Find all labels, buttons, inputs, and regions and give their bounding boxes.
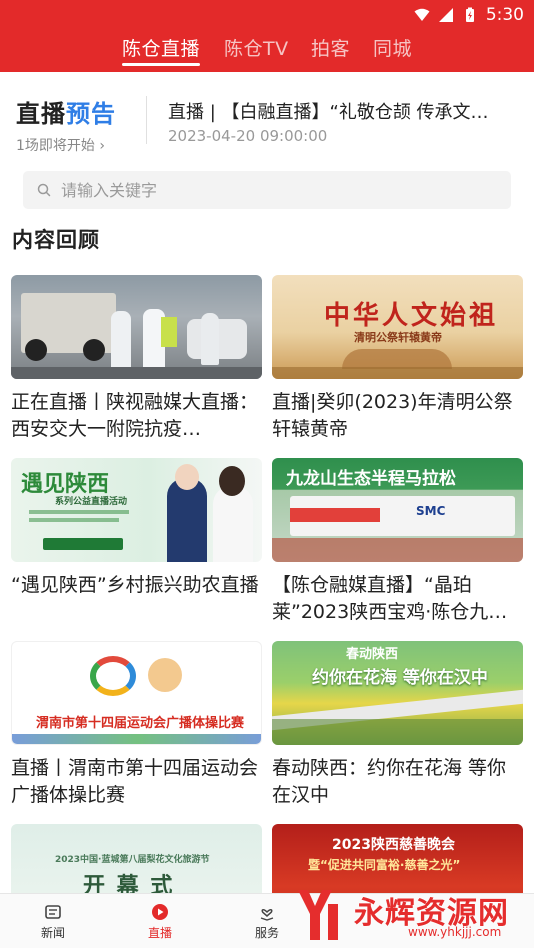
search-icon <box>37 183 51 197</box>
card-thumbnail: 渭南市第十四届运动会广播体操比赛 <box>11 641 262 745</box>
chevron-right-icon: › <box>99 138 105 154</box>
thumb-title: 渭南市第十四届运动会广播体操比赛 <box>36 716 245 731</box>
content-card[interactable]: 遇见陕西 系列公益直播活动 “遇见陕西”乡村振兴助农直播 <box>11 458 262 599</box>
live-preview-title: 直播预告 <box>16 94 116 129</box>
content-card[interactable]: 正在直播丨陕视融媒大直播：西安交大一附院抗疫… <box>11 275 262 443</box>
content-card[interactable]: 九龙山生态半程马拉松 SMC 【陈仓融媒直播】“晶珀莱”2023陕西宝鸡·陈仓九… <box>272 458 523 626</box>
tab-paike[interactable]: 拍客 <box>311 34 350 61</box>
thumb-subtitle: 暨“促进共同富裕·慈善之光” <box>308 858 461 872</box>
live-preview-header[interactable]: 直播预告 1场即将开始 › <box>16 94 116 155</box>
status-time: 5:30 <box>485 5 524 25</box>
live-preview-subtitle: 1场即将开始 › <box>16 135 116 155</box>
search-input[interactable] <box>61 171 501 209</box>
nav-label: 新闻 <box>40 926 65 940</box>
divider <box>146 96 147 144</box>
watermark: 永辉资源网 www.yhkjjj.com <box>288 880 534 948</box>
app-screen: 5:30 陈仓直播 陈仓TV 拍客 同城 直播预告 1场即将开始 › 直播 | … <box>0 0 534 948</box>
upcoming-count: 1场即将开始 <box>16 138 95 154</box>
header-bar: 5:30 陈仓直播 陈仓TV 拍客 同城 <box>0 0 534 72</box>
live-preview-time: 2023-04-20 09:00:00 <box>168 127 328 145</box>
battery-icon <box>465 7 474 22</box>
thumb-subtitle: 2023中国·蓝城第八届梨花文化旅游节 <box>55 855 210 865</box>
card-title: 正在直播丨陕视融媒大直播：西安交大一附院抗疫… <box>11 391 259 440</box>
thumb-subtitle: 清明公祭轩辕黄帝 <box>354 331 442 344</box>
card-title: 直播丨渭南市第十四届运动会广播体操比赛 <box>11 757 259 806</box>
heart-hand-icon <box>260 908 274 921</box>
live-preview-headline[interactable]: 直播 | 【白融直播】“礼敬仓颉 传承文… <box>168 98 518 124</box>
nav-live[interactable]: 直播 <box>120 894 200 948</box>
live-title-accent: 预告 <box>66 100 116 128</box>
card-thumbnail: 九龙山生态半程马拉松 SMC <box>272 458 523 562</box>
watermark-logo-icon <box>298 890 338 940</box>
thumb-subtitle: 春动陕西 <box>346 647 399 662</box>
tab-chencang-tv[interactable]: 陈仓TV <box>224 34 289 61</box>
watermark-url: www.yhkjjj.com <box>408 925 502 939</box>
card-thumbnail <box>11 275 262 379</box>
nav-news[interactable]: 新闻 <box>13 894 93 948</box>
thumb-title: 九龙山生态半程马拉松 <box>286 469 456 489</box>
card-title: “遇见陕西”乡村振兴助农直播 <box>11 574 259 596</box>
card-thumbnail: 春动陕西 约你在花海 等你在汉中 <box>272 641 523 745</box>
content-card[interactable]: 春动陕西 约你在花海 等你在汉中 春动陕西：约你在花海 等你在汉中 <box>272 641 523 809</box>
card-title: 春动陕西：约你在花海 等你在汉中 <box>272 757 507 806</box>
search-bar[interactable] <box>23 171 511 209</box>
signal-icon <box>438 8 453 22</box>
active-tab-indicator <box>122 63 200 66</box>
top-tabs: 陈仓直播 陈仓TV 拍客 同城 <box>0 30 534 72</box>
section-title-review: 内容回顾 <box>12 228 100 252</box>
play-icon <box>152 904 168 920</box>
content-card[interactable]: 渭南市第十四届运动会广播体操比赛 直播丨渭南市第十四届运动会广播体操比赛 <box>11 641 262 809</box>
wifi-icon <box>414 8 430 21</box>
tab-tongcheng[interactable]: 同城 <box>373 34 412 61</box>
card-title: 直播|癸卯(2023)年清明公祭轩辕黄帝 <box>272 391 513 440</box>
nav-label: 直播 <box>147 926 172 940</box>
thumb-title: 中华人文始祖 <box>324 301 499 331</box>
status-bar: 5:30 <box>414 3 524 27</box>
news-icon <box>45 905 61 919</box>
thumb-brand: SMC <box>416 504 446 518</box>
card-thumbnail: 遇见陕西 系列公益直播活动 <box>11 458 262 562</box>
card-thumbnail: 中华人文始祖 清明公祭轩辕黄帝 <box>272 275 523 379</box>
content-card[interactable]: 中华人文始祖 清明公祭轩辕黄帝 直播|癸卯(2023)年清明公祭轩辕黄帝 <box>272 275 523 443</box>
live-title-main: 直播 <box>16 100 66 128</box>
thumb-title: 2023陕西慈善晚会 <box>332 837 455 853</box>
tab-chencang-live[interactable]: 陈仓直播 <box>122 34 200 61</box>
card-title: 【陈仓融媒直播】“晶珀莱”2023陕西宝鸡·陈仓九… <box>272 574 508 623</box>
thumb-title: 约你在花海 等你在汉中 <box>312 668 488 688</box>
thumb-subtitle: 系列公益直播活动 <box>55 497 128 507</box>
